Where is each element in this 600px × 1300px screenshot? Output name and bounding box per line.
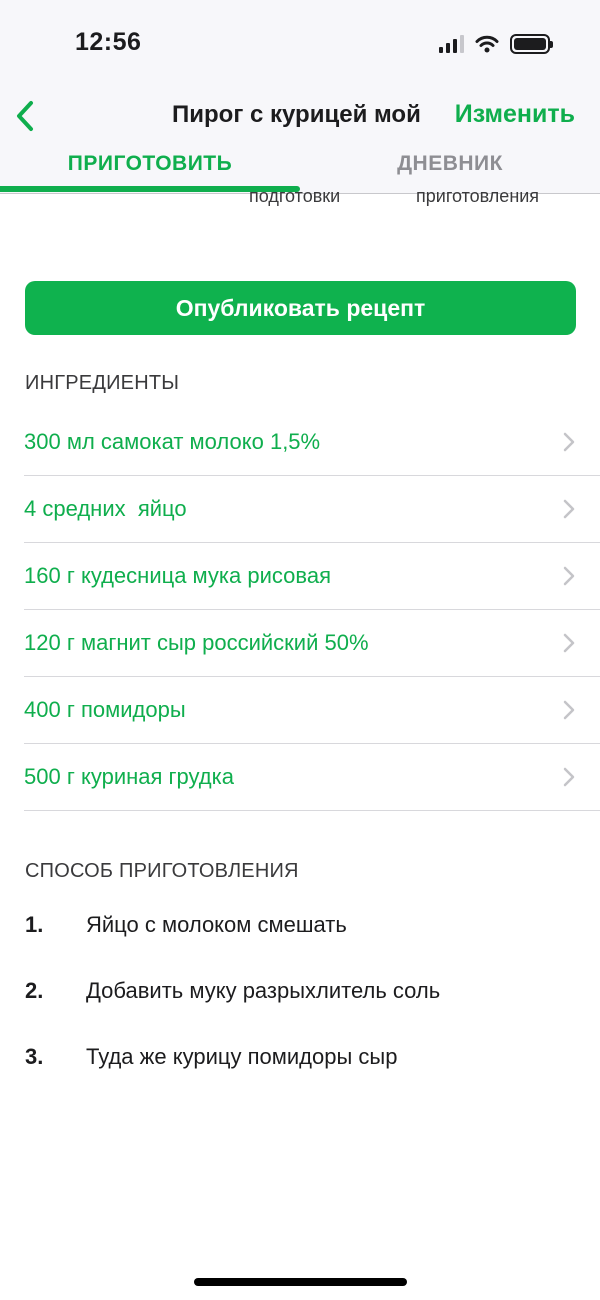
- ingredient-row[interactable]: 160 г кудесница мука рисовая: [24, 543, 600, 610]
- cellular-signal-icon: [439, 35, 464, 53]
- step-row: 1. Яйцо с молоком смешать: [25, 912, 575, 978]
- status-icons: [439, 33, 553, 55]
- step-number: 1.: [25, 912, 44, 937]
- ingredient-row[interactable]: 120 г магнит сыр российский 50%: [24, 610, 600, 677]
- ingredient-label: 500 г куриная грудка: [24, 764, 234, 789]
- chevron-right-icon: [563, 767, 575, 787]
- step-row: 2. Добавить муку разрыхлитель соль: [25, 978, 575, 1044]
- ingredient-label: 120 г магнит сыр российский 50%: [24, 630, 369, 655]
- chevron-right-icon: [563, 633, 575, 653]
- ingredient-label: 4 средних яйцо: [24, 496, 187, 521]
- tab-diary[interactable]: ДНЕВНИК: [300, 152, 600, 176]
- tab-cook[interactable]: ПРИГОТОВИТЬ: [0, 152, 300, 176]
- home-indicator[interactable]: [194, 1278, 407, 1286]
- step-row: 3. Туда же курицу помидоры сыр: [25, 1044, 575, 1110]
- back-button[interactable]: [8, 96, 42, 136]
- method-header: СПОСОБ ПРИГОТОВЛЕНИЯ: [25, 860, 299, 882]
- ingredient-row[interactable]: 300 мл самокат молоко 1,5%: [24, 409, 600, 476]
- publish-recipe-button[interactable]: Опубликовать рецепт: [25, 281, 576, 335]
- chevron-right-icon: [563, 700, 575, 720]
- ingredients-list: 300 мл самокат молоко 1,5% 4 средних яйц…: [24, 409, 600, 811]
- prep-time-label: подготовки: [249, 186, 341, 206]
- page-title: Пирог с курицей мой: [172, 101, 421, 128]
- chevron-right-icon: [563, 566, 575, 586]
- ingredient-row[interactable]: 4 средних яйцо: [24, 476, 600, 543]
- ingredient-label: 400 г помидоры: [24, 697, 186, 722]
- wifi-icon: [475, 35, 499, 53]
- cook-time-label: приготовления: [416, 186, 540, 206]
- battery-icon: [510, 34, 553, 54]
- step-text: Туда же курицу помидоры сыр: [86, 1044, 398, 1069]
- steps-list: 1. Яйцо с молоком смешать 2. Добавить му…: [25, 912, 575, 1110]
- navigation-header: 12:56 Пирог с курицей мой Изменить ПРИГО…: [0, 0, 600, 194]
- step-text: Добавить муку разрыхлитель соль: [86, 978, 441, 1003]
- ingredients-header: ИНГРЕДИЕНТЫ: [25, 372, 180, 394]
- ingredient-row[interactable]: 400 г помидоры: [24, 677, 600, 744]
- status-time: 12:56: [75, 28, 142, 56]
- ingredient-row[interactable]: 500 г куриная грудка: [24, 744, 600, 811]
- edit-button[interactable]: Изменить: [455, 100, 575, 129]
- chevron-right-icon: [563, 432, 575, 452]
- step-number: 2.: [25, 978, 44, 1003]
- ingredient-label: 160 г кудесница мука рисовая: [24, 563, 331, 588]
- ingredient-label: 300 мл самокат молоко 1,5%: [24, 429, 321, 454]
- chevron-right-icon: [563, 499, 575, 519]
- step-number: 3.: [25, 1044, 44, 1069]
- back-chevron-icon: [17, 101, 33, 131]
- step-text: Яйцо с молоком смешать: [86, 912, 347, 937]
